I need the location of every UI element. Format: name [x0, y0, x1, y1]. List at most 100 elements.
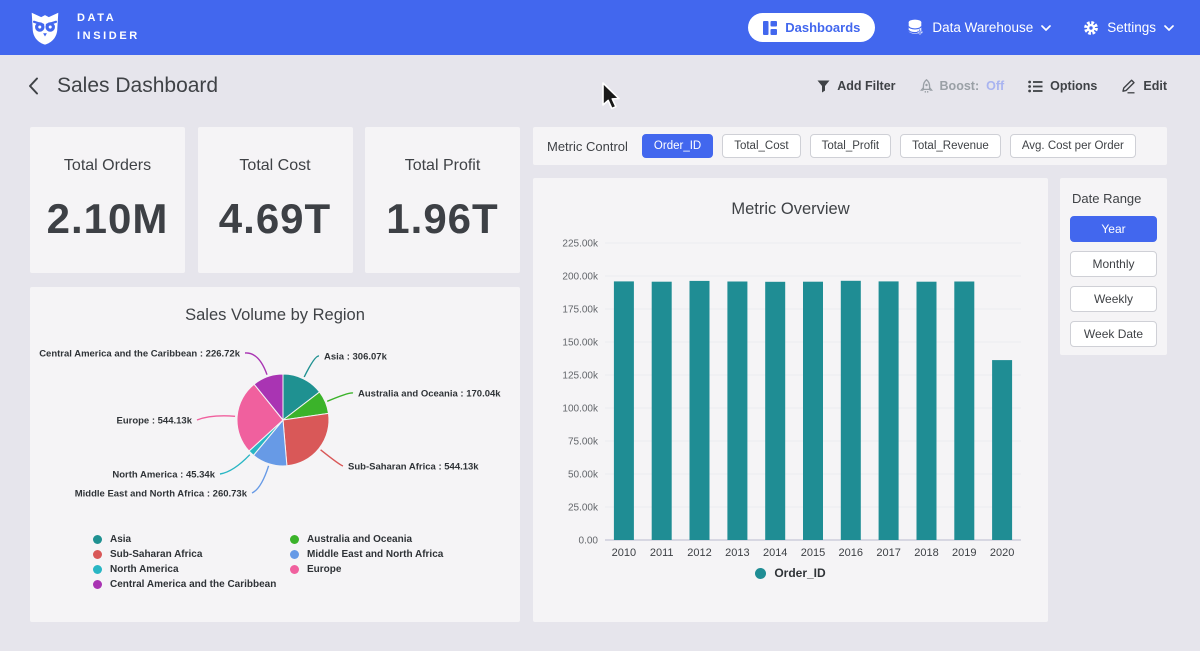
pie-slice-label: Europe : 544.13k [116, 415, 192, 426]
page-header-actions: Add Filter Boost: Off [817, 79, 1167, 94]
pie-legend-item[interactable]: Asia [93, 534, 290, 545]
dashboards-icon [763, 21, 777, 35]
brand-text: DATA INSIDER [77, 10, 140, 44]
edit-button[interactable]: Edit [1121, 79, 1167, 94]
bar[interactable] [765, 282, 785, 540]
dashboards-label: Dashboards [785, 20, 860, 35]
bar-chart-title: Metric Overview [533, 200, 1048, 219]
metric-control-bar: Metric Control Order_ID Total_Cost Total_P… [533, 127, 1167, 165]
date-range-button[interactable]: Year [1070, 216, 1157, 242]
metric-option-button[interactable]: Avg. Cost per Order [1010, 134, 1136, 158]
y-axis-tick: 175.00k [562, 305, 599, 316]
x-axis-tick: 2015 [801, 547, 825, 559]
legend-label: Asia [110, 534, 131, 545]
boost-toggle[interactable]: Boost: Off [920, 79, 1005, 94]
kpi-card: Total Orders2.10M [30, 127, 185, 273]
bar[interactable] [954, 282, 974, 541]
pie-slice[interactable] [283, 413, 329, 465]
add-filter-button[interactable]: Add Filter [817, 79, 895, 93]
x-axis-tick: 2013 [725, 547, 749, 559]
bar-chart-card: Metric Overview 0.0025.00k50.00k75.00k10… [533, 178, 1048, 622]
options-button[interactable]: Options [1028, 79, 1097, 93]
bar[interactable] [841, 281, 861, 540]
legend-label: Sub-Saharan Africa [110, 549, 202, 560]
legend-label: Australia and Oceania [307, 534, 412, 545]
chevron-down-icon [1164, 25, 1174, 31]
date-range-button[interactable]: Week Date [1070, 321, 1157, 347]
date-range-button[interactable]: Weekly [1070, 286, 1157, 312]
bar[interactable] [992, 360, 1012, 540]
y-axis-tick: 25.00k [568, 503, 599, 514]
legend-dot [290, 550, 299, 559]
bar[interactable] [652, 282, 672, 540]
kpi-card: Total Cost4.69T [198, 127, 353, 273]
pie-slice-label: Asia : 306.07k [324, 351, 388, 362]
x-axis-tick: 2018 [914, 547, 938, 559]
x-axis-tick: 2012 [687, 547, 711, 559]
legend-dot [93, 565, 102, 574]
bar[interactable] [879, 281, 899, 540]
x-axis-tick: 2020 [990, 547, 1014, 559]
date-range-panel: Date Range YearMonthlyWeeklyWeek Date [1060, 178, 1167, 355]
pie-leader-line [304, 356, 319, 377]
edit-label: Edit [1143, 79, 1167, 93]
y-axis-tick: 225.00k [562, 239, 599, 250]
pie-leader-line [327, 393, 353, 401]
y-axis-tick: 125.00k [562, 371, 599, 382]
x-axis-tick: 2016 [839, 547, 863, 559]
bar-chart[interactable]: 0.0025.00k50.00k75.00k100.00k125.00k150.… [543, 228, 1038, 560]
pie-legend-item[interactable]: North America [93, 564, 290, 575]
legend-label: Middle East and North Africa [307, 549, 443, 560]
pie-slice-label: Sub-Saharan Africa : 544.13k [348, 461, 479, 472]
bar[interactable] [917, 282, 937, 540]
metric-option-button[interactable]: Total_Revenue [900, 134, 1001, 158]
pie-legend-item[interactable]: Australia and Oceania [290, 534, 520, 545]
legend-label: Order_ID [774, 566, 825, 580]
settings-label: Settings [1107, 20, 1156, 35]
pencil-icon [1121, 79, 1136, 94]
pie-leader-line [197, 416, 235, 420]
bar[interactable] [614, 281, 634, 540]
pie-legend-item[interactable]: Europe [290, 564, 520, 575]
bar[interactable] [727, 282, 747, 541]
bar[interactable] [690, 281, 710, 540]
metric-option-button[interactable]: Total_Cost [722, 134, 800, 158]
pie-legend-item[interactable]: Sub-Saharan Africa [93, 549, 290, 560]
owl-logo-icon [26, 9, 64, 47]
date-range-button[interactable]: Monthly [1070, 251, 1157, 277]
page-title: Sales Dashboard [57, 74, 218, 98]
x-axis-tick: 2014 [763, 547, 787, 559]
settings-menu[interactable]: Settings [1083, 20, 1174, 36]
legend-dot [290, 535, 299, 544]
add-filter-label: Add Filter [837, 79, 895, 93]
pie-chart[interactable]: Asia : 306.07kAustralia and Oceania : 17… [30, 325, 520, 525]
data-warehouse-menu[interactable]: Data Warehouse [907, 19, 1051, 36]
pie-legend-item[interactable]: Central America and the Caribbean [93, 579, 290, 590]
metric-control-label: Metric Control [547, 139, 628, 154]
brand-line2: INSIDER [77, 28, 140, 45]
options-label: Options [1050, 79, 1097, 93]
brand-line1: DATA [77, 10, 140, 27]
back-button[interactable] [28, 77, 39, 95]
bar[interactable] [803, 282, 823, 540]
metric-option-button[interactable]: Order_ID [642, 134, 713, 158]
brand: DATA INSIDER [26, 9, 140, 47]
x-axis-tick: 2010 [612, 547, 636, 559]
x-axis-tick: 2017 [876, 547, 900, 559]
pie-leader-line [245, 353, 267, 375]
metric-option-button[interactable]: Total_Profit [810, 134, 892, 158]
legend-dot [93, 580, 102, 589]
legend-dot [93, 535, 102, 544]
kpi-label: Total Profit [405, 157, 481, 175]
dashboards-button[interactable]: Dashboards [748, 13, 875, 42]
page-header-left: Sales Dashboard [28, 74, 218, 98]
y-axis-tick: 100.00k [562, 404, 599, 415]
y-axis-tick: 200.00k [562, 272, 599, 283]
chevron-down-icon [1041, 25, 1051, 31]
pie-slice-label: Middle East and North Africa : 260.73k [75, 488, 248, 499]
date-range-options: Year Monthly Weekly Week Date [1070, 216, 1157, 347]
pie-legend-item[interactable]: Middle East and North Africa [290, 549, 520, 560]
app-root: DATA INSIDER Dashboards [0, 0, 1200, 651]
filter-icon [817, 80, 830, 93]
database-icon [907, 19, 924, 36]
